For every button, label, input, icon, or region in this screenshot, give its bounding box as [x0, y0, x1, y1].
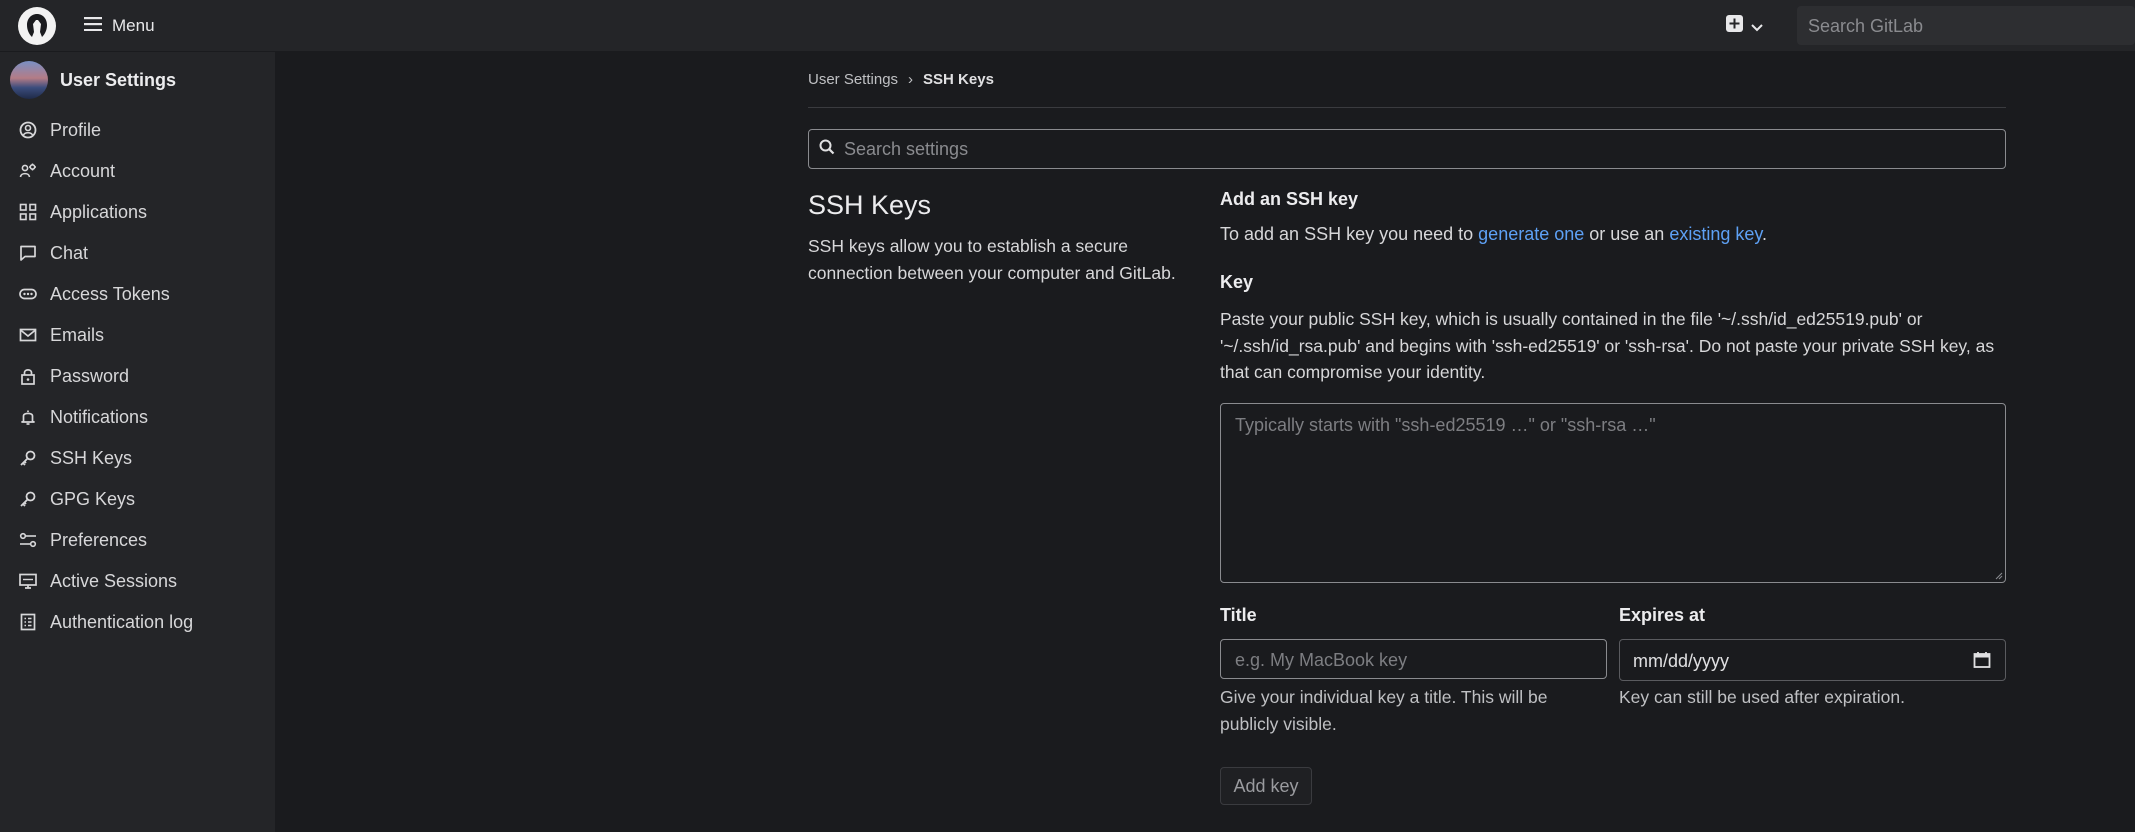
sidebar-item-label: SSH Keys [50, 447, 133, 468]
sidebar: User Settings Profile Account Applicatio… [0, 52, 275, 832]
key-icon [19, 490, 37, 508]
sidebar-item-label: Profile [50, 119, 102, 140]
title-help-text: Give your individual key a title. This w… [1220, 687, 1548, 734]
chat-icon [19, 244, 37, 262]
add-key-button[interactable]: Add key [1220, 767, 1312, 805]
sidebar-item-ssh-keys[interactable]: SSH Keys [0, 440, 275, 476]
lock-icon [19, 367, 37, 385]
sidebar-item-label: Authentication log [50, 611, 194, 632]
global-search-placeholder: Search GitLab [1808, 16, 1924, 36]
title-input[interactable]: e.g. My MacBook key [1220, 639, 1607, 679]
top-bar: Menu Search GitLab [0, 0, 2135, 52]
add-ssh-key-heading: Add an SSH key [1220, 189, 1359, 209]
sidebar-item-label: Chat [50, 242, 89, 263]
sidebar-item-account[interactable]: Account [0, 153, 275, 189]
sidebar-item-label: Password [50, 365, 130, 386]
avatar [10, 61, 48, 99]
key-label: Key [1220, 272, 1254, 292]
existing-key-link[interactable]: existing key [1669, 224, 1762, 244]
chevron-down-icon [1751, 16, 1763, 37]
key-textarea[interactable]: Typically starts with "ssh-ed25519 …" or… [1220, 403, 2006, 583]
sidebar-item-profile[interactable]: Profile [0, 112, 275, 148]
applications-icon [19, 203, 37, 221]
new-item-dropdown[interactable] [1726, 13, 1763, 39]
breadcrumb: User Settings › SSH Keys [808, 68, 994, 90]
divider [808, 107, 2006, 108]
mail-icon [19, 326, 37, 344]
breadcrumb-separator: › [908, 70, 914, 88]
section-description: SSH keys allow you to establish a secure… [808, 236, 1176, 283]
hamburger-icon [84, 16, 102, 36]
bell-icon [19, 408, 37, 426]
generate-one-link[interactable]: generate one [1478, 224, 1584, 244]
add-help-middle: or use an [1584, 224, 1670, 244]
sidebar-item-label: Notifications [50, 406, 149, 427]
key-help-text: Paste your public SSH key, which is usua… [1220, 309, 1995, 382]
breadcrumb-parent-link[interactable]: User Settings [808, 71, 898, 88]
settings-search-input[interactable]: Search settings [808, 129, 2006, 169]
log-icon [19, 613, 37, 631]
sidebar-item-gpg-keys[interactable]: GPG Keys [0, 481, 275, 517]
add-key-button-label: Add key [1233, 775, 1299, 796]
key-icon [19, 449, 37, 467]
section-title: SSH Keys [808, 190, 932, 220]
sidebar-item-active-sessions[interactable]: Active Sessions [0, 563, 275, 599]
menu-label: Menu [112, 16, 155, 35]
add-help-prefix: To add an SSH key you need to [1220, 224, 1479, 244]
calendar-icon[interactable] [1972, 650, 1992, 670]
global-search-input[interactable]: Search GitLab [1797, 6, 2135, 45]
expires-at-date-input[interactable]: mm/dd/yyyy [1619, 639, 2006, 681]
profile-icon [19, 121, 37, 139]
expires-at-help-text: Key can still be used after expiration. [1619, 687, 1905, 707]
sidebar-item-authentication-log[interactable]: Authentication log [0, 604, 275, 640]
resize-grip-icon[interactable] [1994, 571, 2003, 580]
sidebar-item-label: Active Sessions [50, 570, 178, 591]
expires-at-value: mm/dd/yyyy [1633, 651, 1730, 671]
menu-button[interactable]: Menu [84, 12, 155, 40]
title-placeholder: e.g. My MacBook key [1235, 650, 1408, 670]
token-icon [19, 285, 37, 303]
search-icon [819, 139, 835, 160]
sidebar-header[interactable]: User Settings [10, 60, 176, 100]
add-ssh-key-help: To add an SSH key you need to generate o… [1220, 224, 1767, 245]
sidebar-item-chat[interactable]: Chat [0, 235, 275, 271]
sidebar-item-notifications[interactable]: Notifications [0, 399, 275, 435]
preferences-icon [19, 531, 37, 549]
sidebar-item-label: Applications [50, 201, 148, 222]
sidebar-item-label: Preferences [50, 529, 148, 550]
plus-square-icon [1726, 15, 1743, 37]
sidebar-item-access-tokens[interactable]: Access Tokens [0, 276, 275, 312]
breadcrumb-current[interactable]: SSH Keys [923, 71, 994, 88]
sidebar-item-preferences[interactable]: Preferences [0, 522, 275, 558]
sidebar-item-label: Access Tokens [50, 283, 170, 304]
sidebar-item-emails[interactable]: Emails [0, 317, 275, 353]
sidebar-item-applications[interactable]: Applications [0, 194, 275, 230]
sidebar-item-label: GPG Keys [50, 488, 136, 509]
expires-at-label: Expires at [1619, 605, 1706, 625]
sidebar-item-password[interactable]: Password [0, 358, 275, 394]
sidebar-title: User Settings [60, 69, 177, 90]
title-label: Title [1220, 605, 1257, 625]
account-icon [19, 162, 37, 180]
settings-search-placeholder: Search settings [844, 138, 969, 159]
sidebar-item-label: Emails [50, 324, 105, 345]
monitor-icon [19, 572, 37, 590]
sidebar-item-label: Account [50, 160, 116, 181]
add-help-suffix: . [1762, 224, 1768, 244]
key-placeholder: Typically starts with "ssh-ed25519 …" or… [1235, 415, 1656, 435]
gitlab-logo-icon[interactable] [18, 7, 56, 45]
